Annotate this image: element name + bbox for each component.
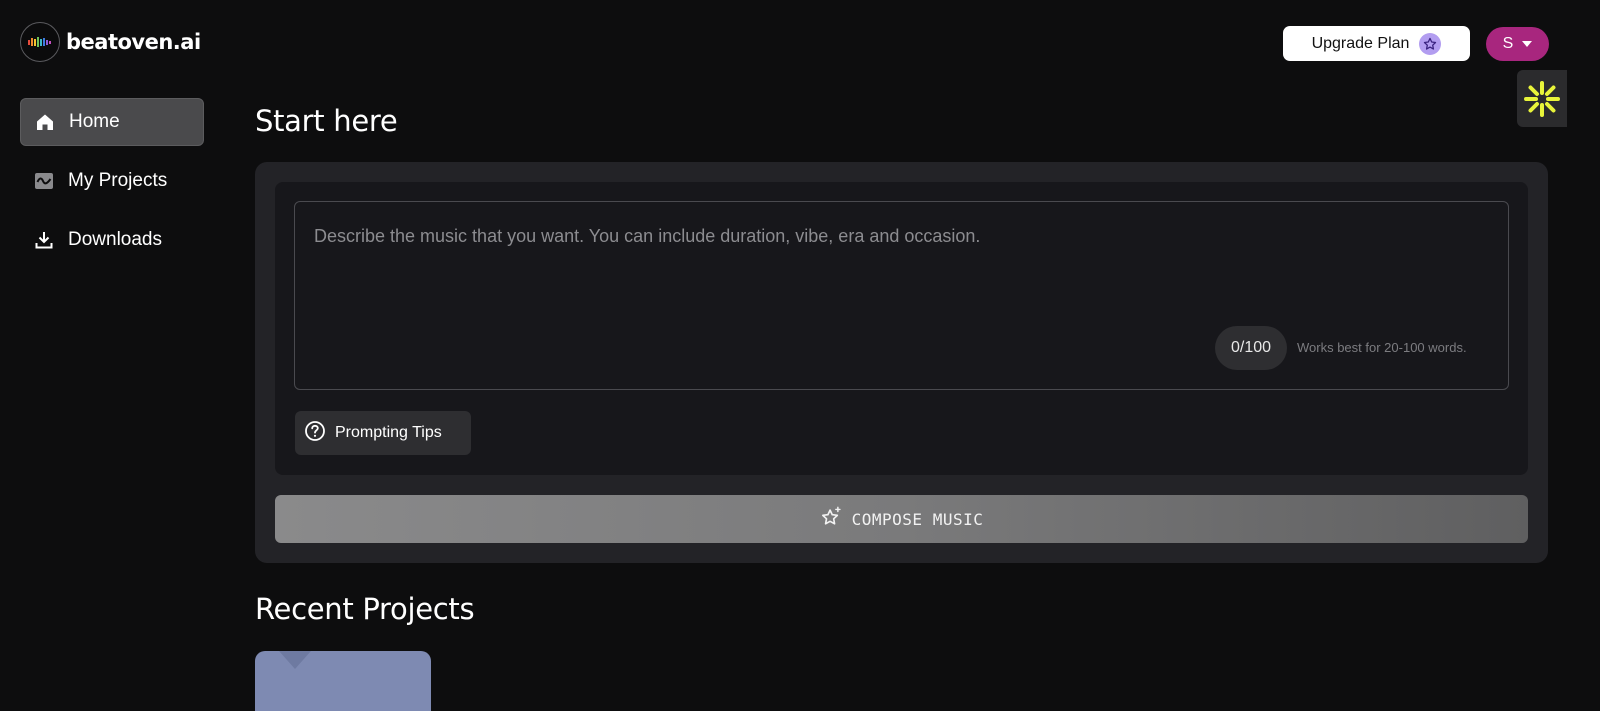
- download-icon: [33, 230, 54, 251]
- upgrade-plan-button[interactable]: Upgrade Plan: [1283, 26, 1470, 61]
- project-thumbnail-shape: [279, 651, 311, 669]
- help-circle-icon: [304, 420, 326, 447]
- sidebar-item-home[interactable]: Home: [20, 98, 204, 146]
- brand-logo[interactable]: beatoven.ai: [20, 22, 201, 62]
- sidebar-nav: Home My Projects Downloads: [20, 98, 204, 275]
- chevron-down-icon: [1522, 41, 1533, 47]
- compose-music-label: COMPOSE MUSIC: [851, 509, 984, 529]
- sidebar-item-label: Home: [69, 111, 120, 132]
- brand-name: beatoven.ai: [66, 30, 201, 54]
- prompting-tips-label: Prompting Tips: [335, 424, 442, 441]
- start-here-title: Start here: [255, 104, 398, 138]
- music-prompt-input[interactable]: [295, 202, 1508, 389]
- prompt-panel: 0/100 Works best for 20-100 words. Promp…: [275, 182, 1528, 475]
- sidebar-item-downloads[interactable]: Downloads: [20, 216, 204, 264]
- logo-mark-icon: [20, 22, 60, 62]
- recent-project-card[interactable]: [255, 651, 431, 711]
- sparkle-icon: [1524, 80, 1560, 117]
- feedback-widget-button[interactable]: [1517, 70, 1567, 127]
- star-icon: [1419, 32, 1442, 55]
- prompting-tips-button[interactable]: Prompting Tips: [295, 411, 471, 455]
- word-counter: 0/100: [1215, 326, 1287, 370]
- compose-card: 0/100 Works best for 20-100 words. Promp…: [255, 162, 1548, 563]
- user-menu-button[interactable]: S: [1486, 27, 1549, 61]
- sidebar-item-label: Downloads: [68, 229, 162, 250]
- waveform-icon: [33, 171, 54, 192]
- home-icon: [34, 112, 55, 133]
- prompt-box: 0/100 Works best for 20-100 words.: [294, 201, 1509, 390]
- recent-projects-title: Recent Projects: [255, 592, 475, 626]
- upgrade-plan-label: Upgrade Plan: [1311, 34, 1410, 52]
- sparkle-star-icon: [820, 506, 842, 532]
- sidebar-item-my-projects[interactable]: My Projects: [20, 157, 204, 205]
- sidebar-item-label: My Projects: [68, 170, 168, 191]
- avatar-initial: S: [1502, 35, 1514, 52]
- compose-music-button[interactable]: COMPOSE MUSIC: [275, 495, 1528, 543]
- word-hint: Works best for 20-100 words.: [1297, 340, 1467, 355]
